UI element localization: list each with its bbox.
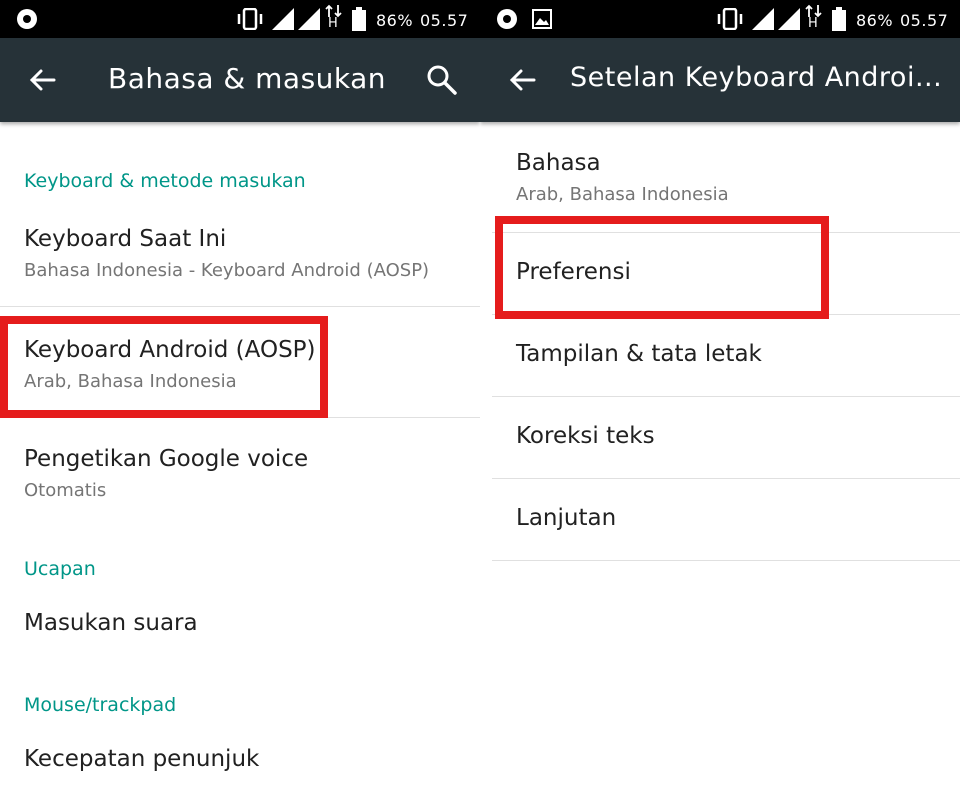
search-icon[interactable] <box>426 64 458 96</box>
section-header-keyboard: Keyboard & metode masukan <box>24 170 306 192</box>
clock: 05.57 <box>420 11 469 30</box>
vibrate-icon <box>717 8 743 30</box>
item-subtitle: Arab, Bahasa Indonesia <box>516 184 729 205</box>
list-item-preferences[interactable]: Preferensi <box>480 233 960 314</box>
signal-icon <box>272 8 294 30</box>
list-item-pointer-speed[interactable]: Kecepatan penunjuk <box>0 732 480 800</box>
network-type: H <box>808 16 818 31</box>
item-title: Kecepatan penunjuk <box>24 746 260 772</box>
item-title: Koreksi teks <box>516 423 655 449</box>
item-title: Keyboard Android (AOSP) <box>24 337 316 363</box>
list-item-current-keyboard[interactable]: Keyboard Saat Ini Bahasa Indonesia - Key… <box>0 206 480 306</box>
list-item-android-keyboard[interactable]: Keyboard Android (AOSP) Arab, Bahasa Ind… <box>0 307 480 417</box>
item-subtitle: Arab, Bahasa Indonesia <box>24 371 237 392</box>
status-bar: H 86% 05.57 <box>480 0 960 38</box>
signal-2-icon <box>778 8 800 30</box>
list-item-advanced[interactable]: Lanjutan <box>480 479 960 560</box>
battery-icon <box>352 7 366 31</box>
signal-2-icon <box>298 8 320 30</box>
page-title: Setelan Keyboard Androi... <box>570 62 940 93</box>
status-bar: H 86% 05.57 <box>0 0 480 38</box>
arrow-back-icon[interactable] <box>28 66 56 94</box>
battery-percent: 86% <box>376 11 414 30</box>
arrow-back-icon[interactable] <box>508 66 536 94</box>
app-bar: Bahasa & masukan <box>0 38 480 122</box>
battery-icon <box>832 7 846 31</box>
battery-percent: 86% <box>856 11 894 30</box>
item-title: Pengetikan Google voice <box>24 446 309 472</box>
left-screen: H 86% 05.57 Bahasa & masukan Keyboard & … <box>0 0 480 800</box>
item-title: Tampilan & tata letak <box>516 341 762 367</box>
section-header-speech: Ucapan <box>24 558 96 580</box>
right-screen: H 86% 05.57 Setelan Keyboard Androi... B… <box>480 0 960 800</box>
signal-icon <box>752 8 774 30</box>
notification-circle-icon <box>17 9 37 29</box>
list-item-language[interactable]: Bahasa Arab, Bahasa Indonesia <box>480 122 960 232</box>
list-item-google-voice[interactable]: Pengetikan Google voice Otomatis <box>0 418 480 528</box>
item-subtitle: Otomatis <box>24 480 107 501</box>
page-title: Bahasa & masukan <box>108 62 387 95</box>
item-title: Bahasa <box>516 150 601 176</box>
item-title: Masukan suara <box>24 610 198 636</box>
notification-circle-icon <box>497 9 517 29</box>
clock: 05.57 <box>900 11 949 30</box>
item-subtitle: Bahasa Indonesia - Keyboard Android (AOS… <box>24 260 430 281</box>
divider <box>492 560 960 561</box>
list-item-text-correction[interactable]: Koreksi teks <box>480 397 960 478</box>
item-title: Keyboard Saat Ini <box>24 226 227 252</box>
list-item-appearance[interactable]: Tampilan & tata letak <box>480 315 960 396</box>
list-item-voice-input[interactable]: Masukan suara <box>0 596 480 666</box>
section-header-mouse: Mouse/trackpad <box>24 694 177 716</box>
item-title: Lanjutan <box>516 505 617 531</box>
network-type: H <box>328 16 338 31</box>
vibrate-icon <box>237 8 263 30</box>
app-bar: Setelan Keyboard Androi... <box>480 38 960 122</box>
image-icon <box>532 9 552 29</box>
item-title: Preferensi <box>516 259 631 285</box>
